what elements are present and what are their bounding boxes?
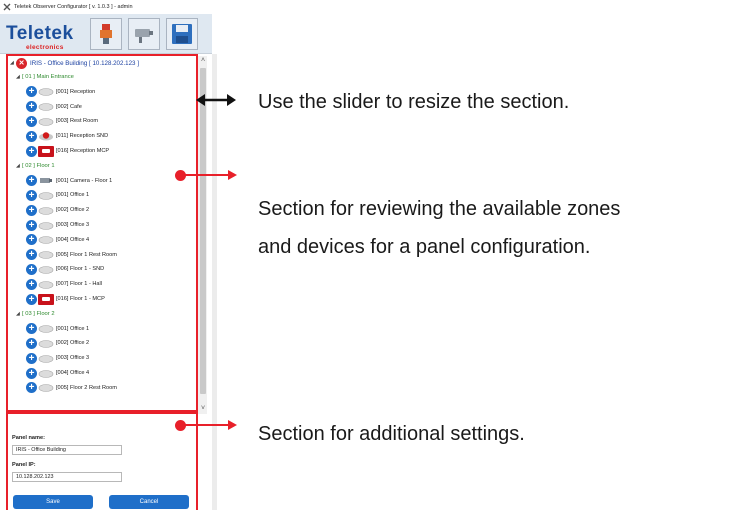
scroll-up-icon[interactable]: ˄ (199, 57, 207, 65)
tree-note-line1: Section for reviewing the available zone… (258, 198, 621, 220)
tree-scrollbar[interactable]: ˄ ˅ (197, 56, 207, 414)
tree-section-highlight (6, 54, 198, 412)
panel-icon (100, 24, 112, 44)
save-icon (172, 24, 192, 44)
teletek-logo: Teletek electronics (6, 23, 84, 52)
title-bar: Teletek Observer Configurator [ v. 1.0.3… (0, 0, 212, 14)
settings-callout-line (184, 424, 230, 426)
scroll-down-icon[interactable]: ˅ (199, 405, 207, 413)
panel-config-button[interactable] (90, 18, 122, 50)
logo-subtitle: electronics (26, 44, 64, 51)
logo-word: Teletek (6, 23, 74, 44)
tree-callout-arrowhead (228, 170, 237, 180)
right-pane-edge (212, 54, 217, 510)
scroll-thumb[interactable] (200, 68, 206, 394)
settings-callout-arrowhead (228, 420, 237, 430)
resize-double-arrow-icon (196, 94, 236, 106)
settings-section-highlight (6, 412, 198, 510)
screenshot-root: Teletek Observer Configurator [ v. 1.0.3… (0, 0, 745, 510)
slider-note: Use the slider to resize the section. (258, 91, 570, 113)
window-title: Teletek Observer Configurator [ v. 1.0.3… (14, 4, 133, 10)
save-toolbar-button[interactable] (166, 18, 198, 50)
settings-note: Section for additional settings. (258, 423, 525, 445)
tree-note-line2: and devices for a panel configuration. (258, 236, 591, 258)
camera-button[interactable] (128, 18, 160, 50)
app-icon (3, 3, 11, 11)
tree-callout-line (184, 174, 230, 176)
camera-icon (135, 29, 153, 43)
toolbar: Teletek electronics (0, 14, 212, 54)
